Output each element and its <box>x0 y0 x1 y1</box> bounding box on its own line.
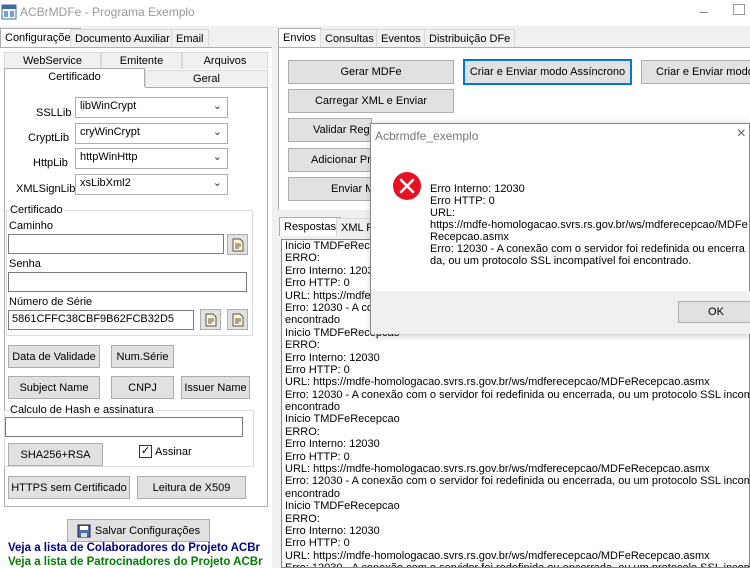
memo-line: Erro Interno: 12030 <box>285 438 380 451</box>
https-sem-certificado-button[interactable]: HTTPS sem Certificado <box>8 476 130 499</box>
subject-name-button[interactable]: Subject Name <box>8 376 100 399</box>
select-certificate-button[interactable] <box>227 309 248 330</box>
memo-line: URL: https://mdfe-homologacao.svrs.rs.go… <box>285 463 710 476</box>
senha-input[interactable] <box>8 272 247 292</box>
senha-label: Senha <box>9 258 41 270</box>
file-open-icon <box>205 313 217 327</box>
file-open-icon <box>232 313 244 327</box>
dialog-title: Acbrmdfe_exemplo <box>375 129 479 143</box>
certificado-group-title: Certificado <box>9 204 64 216</box>
httplib-label: HttpLib <box>33 157 68 169</box>
tab-emitente[interactable]: Emitente <box>101 52 182 69</box>
tab-arquivos[interactable]: Arquivos <box>182 52 268 69</box>
httplib-select[interactable]: httpWinHttp ⌄ <box>75 148 228 169</box>
memo-line: Inicio TMDFeRecepcao <box>285 500 400 513</box>
memo-line: ERRO: <box>285 512 320 525</box>
tab-envios[interactable]: Envios <box>278 28 322 47</box>
maximize-icon[interactable] <box>733 4 745 15</box>
memo-line: Erro Interno: 12030 <box>285 351 380 364</box>
sha256-rsa-button[interactable]: SHA256+RSA <box>8 443 103 466</box>
enviar-mdfe-button[interactable]: Enviar M <box>288 177 372 201</box>
ssllib-label: SSLLib <box>36 107 72 119</box>
tab-certificado[interactable]: Certificado <box>4 68 145 87</box>
dialog-message: Erro Interno: 12030 Erro HTTP: 0 URL: ht… <box>430 183 748 267</box>
memo-line: encontrado <box>285 401 341 414</box>
cnpj-button[interactable]: CNPJ <box>111 376 174 399</box>
minimize-icon[interactable]: – <box>700 3 714 19</box>
chevron-down-icon: ⌄ <box>212 177 222 189</box>
issuer-name-button[interactable]: Issuer Name <box>181 376 250 399</box>
memo-line: Erro: 12030 - A conexão com o servidor f… <box>285 388 750 401</box>
error-dialog: Acbrmdfe_exemplo × Erro Interno: 12030 E… <box>370 123 750 334</box>
cryptlib-label: CryptLib <box>28 132 69 144</box>
tab-webservice[interactable]: WebService <box>4 52 101 69</box>
tab-email[interactable]: Email <box>171 29 209 47</box>
memo-line: encontrado <box>285 487 341 500</box>
tab-eventos[interactable]: Eventos <box>376 29 426 47</box>
patrocinadores-link[interactable]: Veja a lista de Patrocinadores do Projet… <box>8 556 263 568</box>
validar-regra-button[interactable]: Validar Regra <box>288 118 372 142</box>
serie-label: Número de Série <box>9 296 93 308</box>
memo-line: URL: https://mdfe-homologacao.svrs.rs.go… <box>285 549 710 562</box>
gerar-mdfe-button[interactable]: Gerar MDFe <box>288 60 454 84</box>
leitura-x509-button[interactable]: Leitura de X509 <box>137 476 246 499</box>
criar-enviar-sync-button[interactable]: Criar e Enviar modo S <box>641 60 750 84</box>
title-bar: ACBrMDFe - Programa Exemplo – <box>0 0 750 26</box>
memo-line: Inicio TMDFeRecepcao <box>285 413 400 426</box>
carregar-xml-button[interactable]: Carregar XML e Enviar <box>288 89 454 113</box>
tab-respostas[interactable]: Respostas <box>279 217 341 236</box>
app-icon <box>1 4 17 20</box>
memo-line: Erro HTTP: 0 <box>285 450 350 463</box>
memo-line: URL: https://mdfe-homologacao.svrs.rs.go… <box>285 376 710 389</box>
window-title: ACBrMDFe - Programa Exemplo <box>20 5 195 19</box>
colaboradores-link[interactable]: Veja a lista de Colaboradores do Projeto… <box>8 542 260 554</box>
error-icon <box>393 172 421 200</box>
assinar-label: Assinar <box>155 446 192 458</box>
serie-input[interactable]: 5861CFFC38CBF9B62FCB32D5 <box>8 310 194 330</box>
caminho-input[interactable] <box>8 234 224 254</box>
ok-button[interactable]: OK <box>678 301 750 323</box>
close-icon[interactable]: × <box>737 125 746 143</box>
hash-group-title: Calculo de Hash e assinatura <box>9 404 155 416</box>
chevron-down-icon: ⌄ <box>212 151 222 163</box>
memo-line: ERRO: <box>285 339 320 352</box>
memo-line: Erro: 12030 - A conexão com o servidor f… <box>285 475 750 488</box>
browse-caminho-button[interactable] <box>227 234 248 255</box>
memo-line: Erro: 12030 - A conexão com o servidor f… <box>282 562 749 567</box>
tab-geral[interactable]: Geral <box>145 70 268 87</box>
tab-configuracoes[interactable]: Configurações <box>0 28 81 47</box>
adicionar-protocolo-button[interactable]: Adicionar Pro <box>288 148 372 172</box>
file-open-icon <box>232 238 244 252</box>
memo-line: Erro HTTP: 0 <box>285 537 350 550</box>
browse-serie-button[interactable] <box>200 309 221 330</box>
xmlsignlib-label: XMLSignLib <box>16 183 76 195</box>
xmlsignlib-select[interactable]: xsLibXml2 ⌄ <box>75 174 228 195</box>
chevron-down-icon: ⌄ <box>212 126 222 138</box>
hash-input[interactable] <box>5 417 243 437</box>
data-validade-button[interactable]: Data de Validade <box>8 345 100 368</box>
memo-line: Erro HTTP: 0 <box>285 363 350 376</box>
salvar-configuracoes-button[interactable]: Salvar Configurações <box>67 519 210 542</box>
memo-line: ERRO: <box>285 425 320 438</box>
save-icon <box>77 524 91 537</box>
criar-enviar-async-button[interactable]: Criar e Enviar modo Assíncrono <box>463 59 632 85</box>
tab-documento-auxiliar[interactable]: Documento Auxiliar <box>70 29 175 47</box>
cryptlib-select[interactable]: cryWinCrypt ⌄ <box>75 123 228 144</box>
caminho-label: Caminho <box>9 220 54 232</box>
num-serie-button[interactable]: Num.Série <box>111 345 174 368</box>
memo-line: Erro Interno: 12030 <box>285 524 380 537</box>
ssllib-select[interactable]: libWinCrypt ⌄ <box>75 97 228 118</box>
chevron-down-icon: ⌄ <box>212 100 222 112</box>
tab-consultas[interactable]: Consultas <box>320 29 379 47</box>
tab-distribuicao-dfe[interactable]: Distribuição DFe <box>424 29 516 47</box>
assinar-checkbox[interactable]: ✓ <box>139 445 152 458</box>
